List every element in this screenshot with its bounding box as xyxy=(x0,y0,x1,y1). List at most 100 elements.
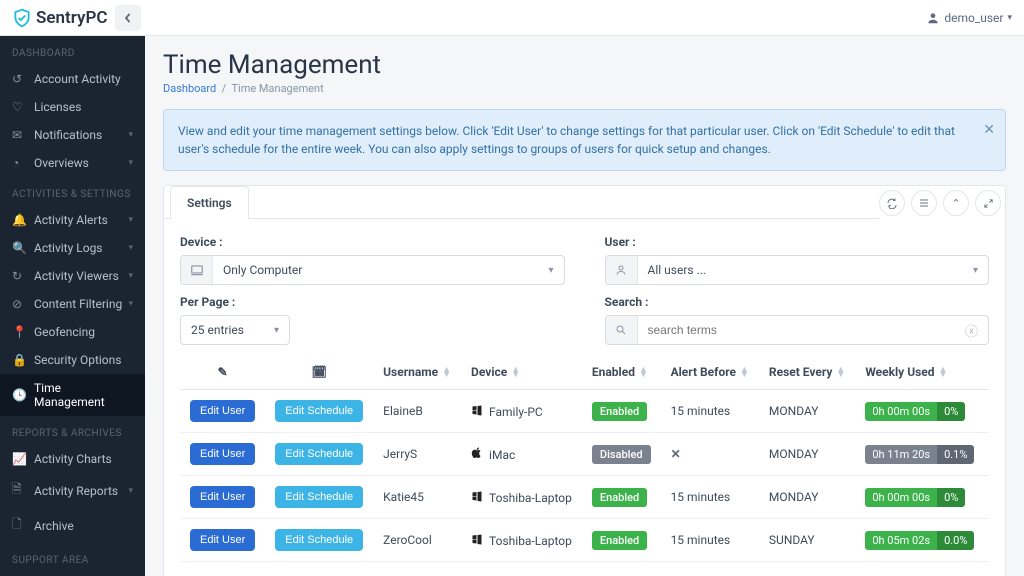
lock-icon: 🔒 xyxy=(12,353,26,367)
edit-user-button[interactable]: Edit User xyxy=(190,400,255,422)
sidebar-item-geofencing[interactable]: 📍Geofencing xyxy=(0,318,145,346)
enabled-badge: Enabled xyxy=(592,488,647,507)
chevron-down-icon: ▾ xyxy=(128,243,133,253)
sort-icon[interactable]: ▲▼ xyxy=(511,368,520,378)
sidebar-item-security-options[interactable]: 🔒 Security Options xyxy=(0,346,145,374)
sidebar-item-label: Activity Charts xyxy=(34,452,112,466)
cell-username: Katie45 xyxy=(373,476,461,519)
tab-settings[interactable]: Settings xyxy=(170,186,249,219)
search-icon xyxy=(615,324,627,336)
edit-schedule-button[interactable]: Edit Schedule xyxy=(275,486,363,508)
breadcrumb-root[interactable]: Dashboard xyxy=(163,82,216,95)
sidebar-item-activity-reports[interactable]: 🗎Activity Reports▾ xyxy=(0,473,145,508)
sort-icon[interactable]: ▲▼ xyxy=(836,368,845,378)
sidebar-item-licenses[interactable]: ♡Licenses xyxy=(0,93,145,121)
cell-device: iMac xyxy=(461,433,582,476)
brand-name: SentryPC xyxy=(36,8,107,28)
chevron-down-icon: ▾ xyxy=(128,158,133,168)
edit-schedule-button[interactable]: Edit Schedule xyxy=(275,400,363,422)
list-button[interactable] xyxy=(911,190,937,216)
edit-schedule-button[interactable]: Edit Schedule xyxy=(275,443,363,465)
edit-user-button[interactable]: Edit User xyxy=(190,443,255,465)
user-menu[interactable]: demo_user ▾ xyxy=(926,11,1012,25)
user-select[interactable]: All users ... ▾ xyxy=(605,255,990,285)
edit-user-button[interactable]: Edit User xyxy=(190,486,255,508)
cell-alert-before: 15 minutes xyxy=(661,519,759,562)
edit-user-button[interactable]: Edit User xyxy=(190,529,255,551)
clear-search-button[interactable]: ⓧ xyxy=(955,321,988,340)
cell-weekly-allowed: 45 hours xyxy=(984,476,989,519)
table-row: Edit UserEdit ScheduleKatie45Toshiba-Lap… xyxy=(180,476,989,519)
refresh-icon: ↻ xyxy=(12,269,26,283)
device-label: Device : xyxy=(180,235,565,249)
cell-device: Toshiba-Laptop xyxy=(461,519,582,562)
sort-icon[interactable]: ▲▼ xyxy=(939,368,948,378)
sidebar-heading: DASHBOARD xyxy=(0,36,145,65)
sidebar-item-activity-viewers[interactable]: ↻Activity Viewers▾ xyxy=(0,262,145,290)
sidebar-item-download[interactable]: ⭳Download xyxy=(0,572,145,576)
chart-icon: 📈 xyxy=(12,452,26,466)
mac-icon xyxy=(471,447,483,462)
user-name: demo_user xyxy=(944,11,1003,25)
col-weekly-allowed[interactable]: Weekly Allowed▲▼ xyxy=(984,355,989,390)
tag-icon: ♡ xyxy=(12,100,26,114)
cell-reset-every: MONDAY xyxy=(759,476,855,519)
chevron-down-icon: ▾ xyxy=(128,271,133,281)
sidebar-item-label: Time Management xyxy=(34,381,133,409)
win-icon xyxy=(471,404,483,419)
sidebar-item-overviews[interactable]: ◔Overviews▾ xyxy=(0,149,145,177)
chevron-down-icon: ▾ xyxy=(128,299,133,309)
cell-alert-before: 15 minutes xyxy=(661,476,759,519)
col-weekly-used[interactable]: Weekly Used▲▼ xyxy=(855,355,984,390)
report-icon: 🗎 xyxy=(12,480,26,501)
device-value: Only Computer xyxy=(213,263,538,277)
col-enabled[interactable]: Enabled▲▼ xyxy=(582,355,661,390)
enabled-badge: Enabled xyxy=(592,531,647,550)
sidebar-item-time-management[interactable]: 🕓Time Management xyxy=(0,374,145,416)
weekly-used-badge: 0h 00m 00s0% xyxy=(865,488,965,507)
sidebar-item-activity-charts[interactable]: 📈 Activity Charts xyxy=(0,445,145,473)
cell-weekly-allowed: 168 hours xyxy=(984,519,989,562)
sidebar-toggle-button[interactable] xyxy=(115,5,141,31)
collapse-button[interactable]: ⌃ xyxy=(943,190,969,216)
perpage-select[interactable]: 25 entries ▾ xyxy=(180,315,290,345)
sort-icon[interactable]: ▲▼ xyxy=(639,368,648,378)
sidebar-item-activity-alerts[interactable]: 🔔Activity Alerts▾ xyxy=(0,206,145,234)
col-edit-user: ✎ xyxy=(180,355,265,390)
search-field[interactable] xyxy=(638,323,955,337)
weekly-used-badge: 0h 11m 20s0.1% xyxy=(865,445,974,464)
sort-icon[interactable]: ▲▼ xyxy=(740,368,749,378)
cell-reset-every: SUNDAY xyxy=(759,519,855,562)
sidebar-item-content-filtering[interactable]: ⊘Content Filtering▾ xyxy=(0,290,145,318)
col-reset-every[interactable]: Reset Every▲▼ xyxy=(759,355,855,390)
sidebar-item-account-activity[interactable]: ↺ Account Activity xyxy=(0,65,145,93)
chevron-down-icon: ▾ xyxy=(264,325,289,336)
sidebar-heading: REPORTS & ARCHIVES xyxy=(0,416,145,445)
alert-close-button[interactable]: ✕ xyxy=(983,120,995,141)
sidebar-item-label: Account Activity xyxy=(34,72,121,86)
shield-check-icon xyxy=(12,8,32,28)
sidebar-item-label: Archive xyxy=(34,519,74,533)
edit-schedule-button[interactable]: Edit Schedule xyxy=(275,529,363,551)
sidebar-item-label: Notifications xyxy=(34,128,102,142)
page-title: Time Management xyxy=(163,50,1006,80)
expand-button[interactable] xyxy=(975,190,1001,216)
breadcrumb: Dashboard / Time Management xyxy=(163,82,1006,95)
user-value: All users ... xyxy=(638,263,963,277)
sidebar-item-label: Security Options xyxy=(34,353,121,367)
sidebar-item-notifications[interactable]: ✉Notifications▾ xyxy=(0,121,145,149)
sidebar-item-archive[interactable]: 🗋Archive xyxy=(0,508,145,543)
history-icon: ↺ xyxy=(12,72,26,86)
brand-logo[interactable]: SentryPC xyxy=(12,8,107,28)
col-device[interactable]: Device▲▼ xyxy=(461,355,582,390)
sort-icon[interactable]: ▲▼ xyxy=(442,368,451,378)
col-alert-before[interactable]: Alert Before▲▼ xyxy=(661,355,759,390)
col-username[interactable]: Username▲▼ xyxy=(373,355,461,390)
refresh-button[interactable] xyxy=(879,190,905,216)
sidebar-item-activity-logs[interactable]: 🔍Activity Logs▾ xyxy=(0,234,145,262)
device-select[interactable]: Only Computer ▾ xyxy=(180,255,565,285)
cell-weekly-allowed: 168 hours xyxy=(984,433,989,476)
search-icon: 🔍 xyxy=(12,241,26,255)
time-management-table: ✎🗓Username▲▼Device▲▼Enabled▲▼Alert Befor… xyxy=(180,355,989,562)
search-input[interactable]: ⓧ xyxy=(605,315,990,345)
